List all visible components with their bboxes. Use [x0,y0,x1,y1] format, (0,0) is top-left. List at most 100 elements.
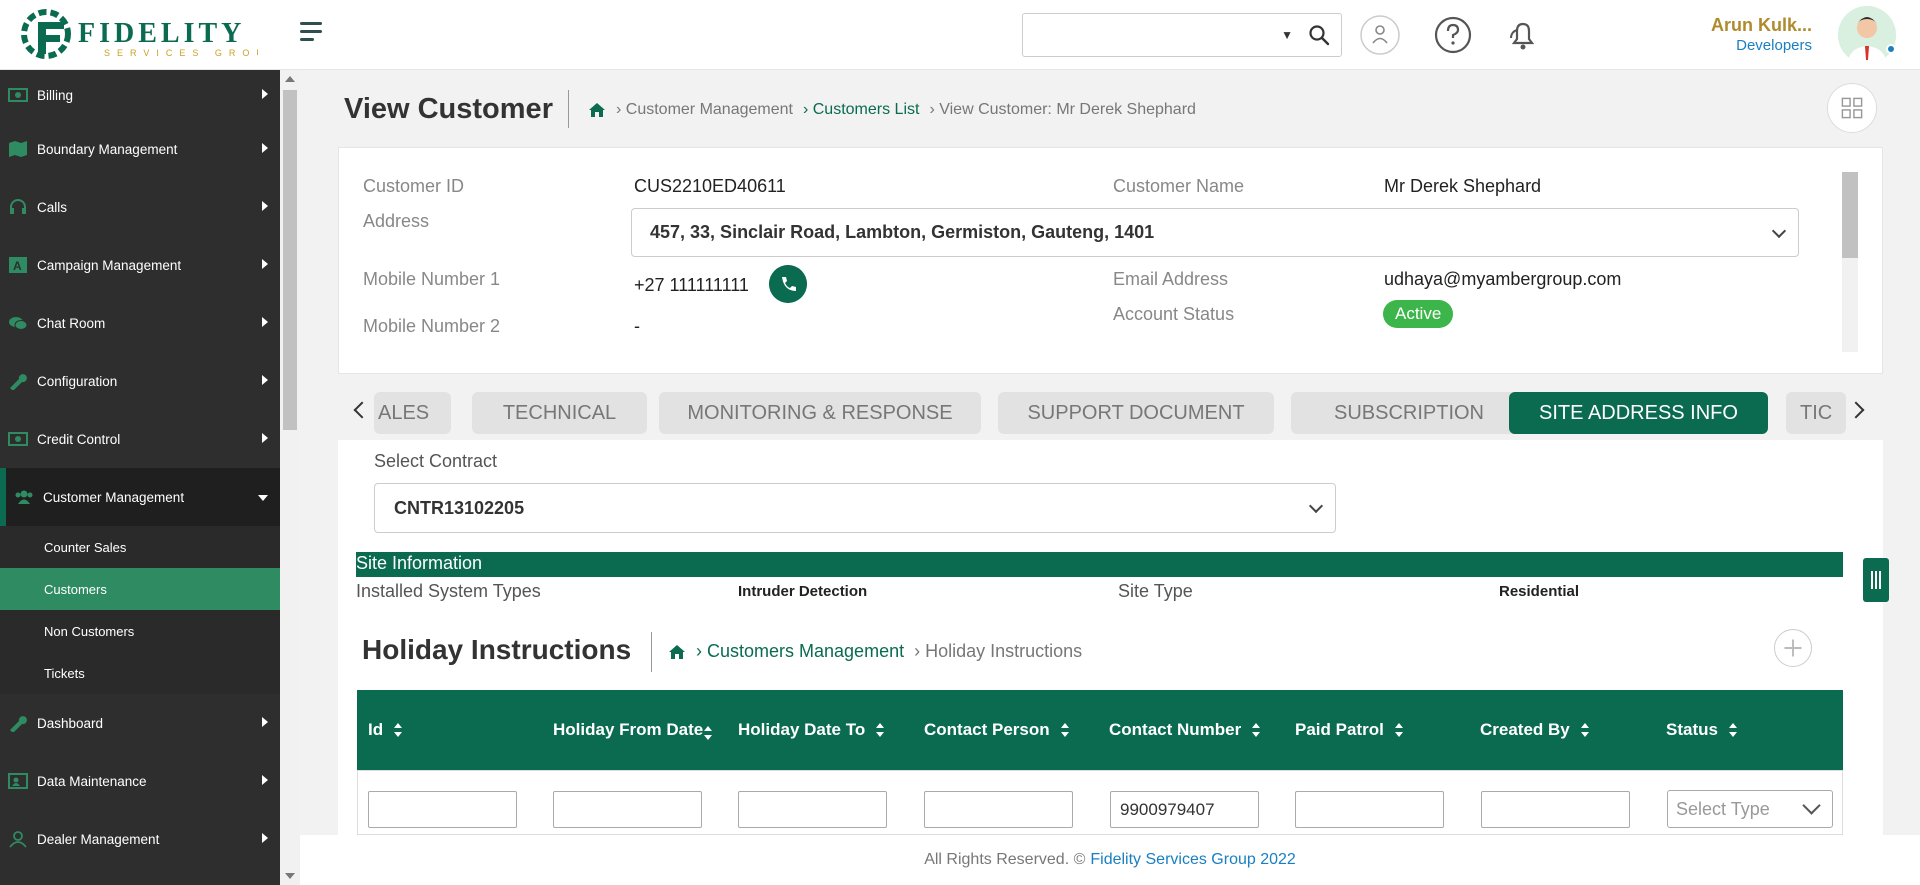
sidebar-item-data-maintenance[interactable]: Data Maintenance [0,752,280,810]
sidebar-item-campaign-management[interactable]: A Campaign Management [0,236,280,294]
call-button[interactable] [769,265,807,303]
sidebar-item-label: Calls [37,199,68,215]
sidebar-item-boundary-management[interactable]: Boundary Management [0,120,280,178]
sidebar-item-label: Customer Management [43,489,185,505]
sidebar-item-label: Billing [37,87,74,103]
home-icon[interactable] [668,644,686,660]
filter-id-input[interactable] [368,791,517,828]
headset-icon [10,199,26,214]
sidebar-scrollbar[interactable] [280,70,300,885]
sidebar-subitem-customers[interactable]: Customers [0,568,280,610]
sidebar-item-customer-management[interactable]: Customer Management [0,468,280,526]
column-header-contact-number[interactable]: Contact Number [1109,690,1261,770]
search-icon[interactable] [1307,23,1331,47]
users-icon [15,490,33,504]
menu-toggle-button[interactable] [300,22,330,46]
tab-site-address-info[interactable]: SITE ADDRESS INFO [1509,392,1768,434]
chevron-down-icon [258,495,268,501]
side-panel-toggle-button[interactable] [1863,558,1889,602]
email-label: Email Address [1113,269,1229,289]
tab-subscription[interactable]: SUBSCRIPTION [1291,392,1527,434]
add-holiday-button[interactable] [1774,629,1812,667]
sidebar-item-label: Configuration [37,373,118,389]
sidebar-item-dashboard[interactable]: Dashboard [0,694,280,752]
breadcrumb-item[interactable]: › Customer Management [616,101,793,119]
column-header-holiday-from-date[interactable]: Holiday From Date [553,690,723,770]
svg-text:SERVICES GROUP: SERVICES GROUP [104,48,258,58]
filter-paid-patrol-input[interactable] [1295,791,1444,828]
chevron-right-icon [262,775,268,785]
search-input[interactable]: ▼ [1022,13,1342,57]
sort-icon[interactable] [393,722,403,738]
tab-technical[interactable]: TECHNICAL [472,392,647,434]
breadcrumb-item: › View Customer: Mr Derek Shephard [929,101,1196,118]
map-icon [9,141,27,157]
column-header-created-by[interactable]: Created By [1480,690,1590,770]
tab-scroll-left-icon[interactable] [353,401,371,419]
installed-system-label: Installed System Types [356,581,541,601]
footer-link[interactable]: Fidelity Services Group 2022 [1090,851,1295,869]
sidebar-item-dealer-management[interactable]: Dealer Management [0,810,280,868]
sidebar-item-label: Dashboard [37,715,104,731]
sort-icon[interactable] [1251,722,1261,738]
sidebar-subitem-non-customers[interactable]: Non Customers [0,610,280,652]
sidebar-item-configuration[interactable]: Configuration [0,352,280,410]
sort-icon[interactable] [1060,722,1070,738]
footer-text: All Rights Reserved. © [924,851,1086,868]
sort-icon[interactable] [1728,722,1738,738]
breadcrumb-item[interactable]: › Customers List [803,101,919,119]
search-dropdown-caret-icon[interactable]: ▼ [1281,28,1293,42]
tab-monitoring-response[interactable]: MONITORING & RESPONSE [659,392,981,434]
home-icon[interactable] [588,102,606,118]
grid-view-button[interactable] [1827,83,1877,133]
filter-status-select[interactable]: Select Type [1667,790,1833,828]
filter-created-by-input[interactable] [1481,791,1630,828]
fidelity-logo[interactable]: FIDELITY SERVICES GROUP [18,4,258,66]
sort-icon[interactable] [1580,722,1590,738]
site-information-header: Site Information [356,552,1843,577]
address-select[interactable]: 457, 33, Sinclair Road, Lambton, Germist… [631,208,1799,257]
sort-icon[interactable] [875,722,885,738]
contract-select[interactable]: CNTR13102205 [374,483,1336,533]
chevron-down-icon [1308,498,1324,514]
filter-contact-person-input[interactable] [924,791,1073,828]
filter-from-date-input[interactable] [553,791,702,828]
sidebar-item-chat-room[interactable]: Chat Room [0,294,280,352]
tab-bar: ALES TECHNICAL MONITORING & RESPONSE SUP… [338,390,1883,438]
chevron-down-icon [1771,223,1787,239]
column-header-id[interactable]: Id [368,690,403,770]
column-header-holiday-date-to[interactable]: Holiday Date To [738,690,885,770]
user-name[interactable]: Arun Kulk... [1711,15,1812,36]
tab-scroll-right-icon[interactable] [1847,401,1865,419]
sidebar-item-credit-control[interactable]: Credit Control [0,410,280,468]
column-header-contact-person[interactable]: Contact Person [924,690,1070,770]
filter-date-to-input[interactable] [738,791,887,828]
breadcrumb-item[interactable]: › Customers Management [696,641,904,662]
wrench-icon [10,374,27,390]
sidebar-subitem-tickets[interactable]: Tickets [0,652,280,694]
help-icon[interactable] [1432,14,1474,56]
footer: All Rights Reserved. © Fidelity Services… [300,835,1920,885]
notification-bell-icon[interactable] [1502,14,1544,56]
avatar[interactable] [1838,6,1896,64]
scrollbar-thumb[interactable] [283,90,297,430]
sort-icon[interactable] [703,725,713,741]
user-lock-icon[interactable] [1359,14,1401,56]
scroll-up-arrow-icon[interactable] [285,76,295,82]
money-icon [8,432,28,446]
tab-sales[interactable]: ALES [374,392,451,434]
scroll-down-arrow-icon[interactable] [285,873,295,879]
tab-tickets[interactable]: TIC [1786,392,1846,434]
site-type-label: Site Type [1118,581,1193,601]
wrench-icon [10,716,27,732]
column-header-status[interactable]: Status [1666,690,1738,770]
scrollbar-thumb[interactable] [1842,172,1858,258]
column-header-paid-patrol[interactable]: Paid Patrol [1295,690,1404,770]
sidebar-subitem-counter-sales[interactable]: Counter Sales [0,526,280,568]
filter-contact-number-input[interactable] [1110,791,1259,828]
sort-icon[interactable] [1394,722,1404,738]
card-scrollbar[interactable] [1842,172,1858,352]
sidebar-item-calls[interactable]: Calls [0,178,280,236]
tab-support-document[interactable]: SUPPORT DOCUMENT [998,392,1274,434]
sidebar-item-billing[interactable]: Billing [0,70,280,120]
